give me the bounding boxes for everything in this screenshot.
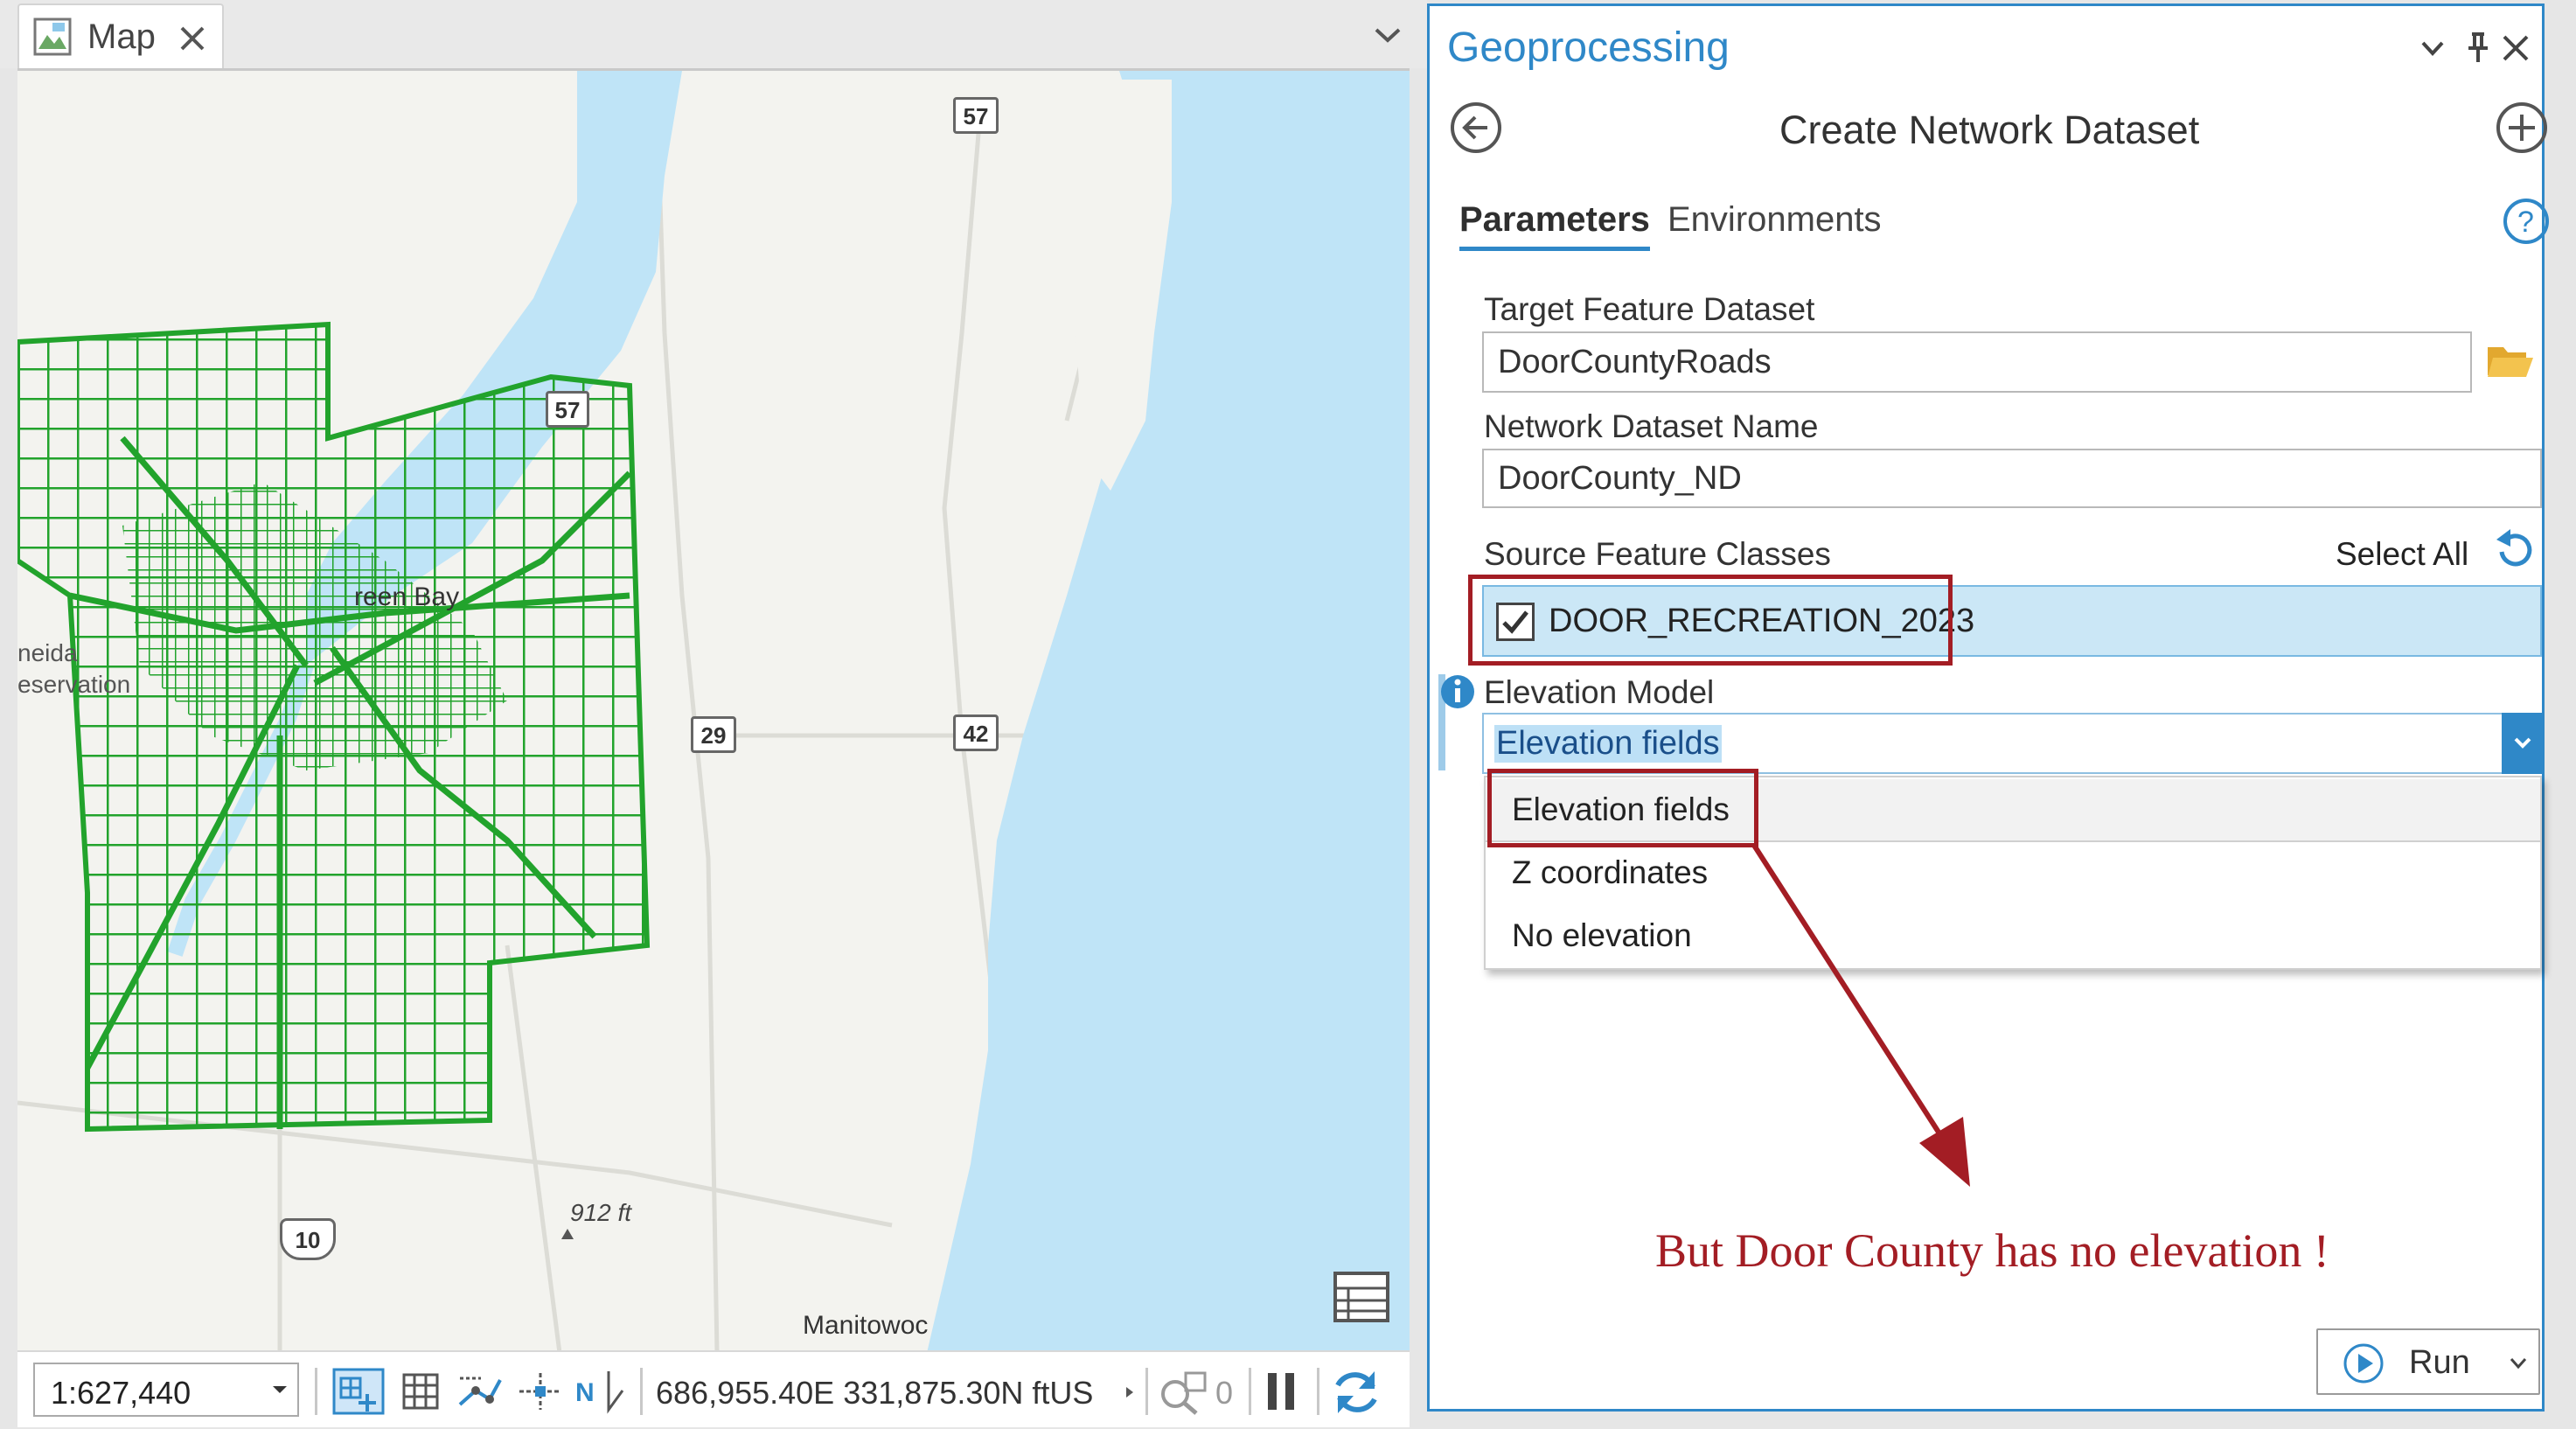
map-tab-label: Map	[87, 17, 156, 56]
highway-shield-29: 29	[691, 716, 736, 753]
coordinate-dropdown-icon[interactable]	[1124, 1385, 1135, 1399]
chevron-down-icon[interactable]	[1373, 24, 1403, 45]
refresh-icon[interactable]	[1329, 1366, 1383, 1419]
highway-shield-57-mid: 57	[546, 391, 589, 428]
pause-icon[interactable]	[1263, 1370, 1301, 1413]
annotation-arrow	[1751, 842, 1970, 1187]
map-view[interactable]: reen Bay neida eservation Manitowoc 912 …	[17, 68, 1410, 1350]
run-button[interactable]: Run	[2316, 1328, 2540, 1395]
play-icon	[2343, 1343, 2384, 1384]
map-icon	[33, 17, 72, 56]
coordinate-readout: 686,955.40E 331,875.30N ftUS	[656, 1375, 1094, 1411]
table-icon[interactable]	[1333, 1271, 1390, 1323]
manitowoc-label: Manitowoc	[803, 1311, 929, 1340]
reservation-label-2: eservation	[17, 671, 131, 698]
annotation-text: But Door County has no elevation !	[1655, 1224, 2329, 1277]
snapping-icon[interactable]	[332, 1368, 385, 1415]
peak-marker	[561, 1229, 574, 1239]
svg-text:N: N	[575, 1378, 595, 1407]
highway-shield-57: 57	[953, 97, 999, 134]
north-arrow-icon[interactable]: N	[574, 1366, 628, 1415]
elevation-label: 912 ft	[570, 1199, 632, 1226]
map-tab-bar: Map	[0, 0, 1427, 68]
city-label: reen Bay	[354, 582, 460, 611]
scale-value: 1:627,440	[51, 1375, 191, 1411]
map-tab[interactable]: Map	[17, 3, 224, 68]
geoprocessing-pane: Geoprocessing Create Network Dataset Par…	[1427, 3, 2549, 1412]
run-options-chevron-icon[interactable]	[2509, 1356, 2528, 1370]
close-icon[interactable]	[177, 23, 208, 54]
selection-icon[interactable]	[1158, 1368, 1208, 1415]
correction-icon[interactable]	[516, 1370, 565, 1413]
dropdown-arrow-icon	[273, 1386, 287, 1393]
highway-shield-42: 42	[953, 714, 999, 751]
selection-count: 0	[1215, 1375, 1234, 1411]
run-label: Run	[2409, 1344, 2470, 1381]
scale-selector[interactable]: 1:627,440	[33, 1363, 299, 1417]
reservation-label: neida	[17, 639, 78, 666]
us-shield-10: 10	[280, 1218, 336, 1260]
map-status-bar: 1:627,440 N 686,955.40E 331,875.30N ftUS…	[17, 1350, 1410, 1427]
grid-icon[interactable]	[399, 1370, 442, 1413]
constraints-icon[interactable]	[455, 1370, 504, 1413]
